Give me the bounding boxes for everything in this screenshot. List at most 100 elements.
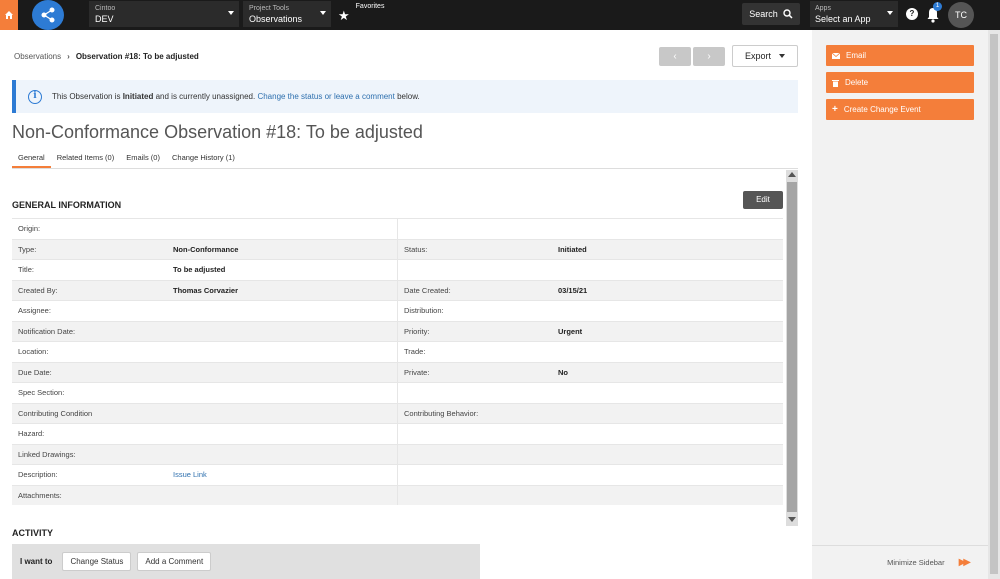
previous-button[interactable]: ‹: [659, 47, 691, 66]
field-value: No: [558, 367, 568, 377]
alert-middle: and is currently unassigned.: [153, 92, 258, 101]
tab-related-items[interactable]: Related Items (0): [51, 149, 121, 168]
scroll-thumb[interactable]: [787, 182, 797, 512]
table-row: Location: Trade:: [12, 341, 783, 362]
issue-link[interactable]: Issue Link: [167, 470, 397, 479]
double-chevron-right-icon[interactable]: ▶▶: [959, 557, 972, 568]
minimize-sidebar-bar[interactable]: Minimize Sidebar ▶▶: [812, 545, 988, 579]
create-change-event-button[interactable]: + Create Change Event: [826, 99, 974, 120]
table-row: Origin:: [12, 218, 783, 239]
tab-emails[interactable]: Emails (0): [120, 149, 166, 168]
search-icon: [783, 9, 793, 19]
field-label: Location:: [18, 347, 49, 357]
chevron-down-icon: [887, 11, 893, 15]
activity-title: ACTIVITY: [12, 528, 54, 538]
table-row: Contributing Condition Contributing Behav…: [12, 402, 783, 423]
page-scrollbar[interactable]: [988, 30, 1000, 579]
field-label: Spec Section:: [18, 388, 65, 398]
change-status-link[interactable]: Change the status: [257, 92, 322, 101]
general-info-table: Origin: Type: Non-Conformance Status: Initia…: [12, 218, 783, 505]
field-value: 03/15/21: [558, 285, 588, 295]
field-label: Origin:: [18, 224, 41, 234]
edit-button[interactable]: Edit: [743, 191, 783, 209]
field-label: Description:: [18, 470, 58, 480]
field-label: Created By:: [18, 285, 58, 295]
table-row: Description: Issue Link: [12, 464, 783, 485]
share-network-icon: [41, 7, 55, 23]
table-row: Due Date: Private: No: [12, 361, 783, 382]
chevron-down-icon: [779, 54, 785, 58]
notification-badge: 1: [933, 2, 942, 11]
email-button[interactable]: Email: [826, 45, 974, 66]
page-scroll-thumb[interactable]: [990, 34, 998, 574]
export-label: Export: [744, 51, 771, 61]
tools-selector-value: Observations: [249, 14, 303, 24]
user-avatar[interactable]: TC: [948, 2, 974, 28]
breadcrumb-current: Observation #18: To be adjusted: [75, 52, 199, 61]
field-label: Notification Date:: [18, 326, 76, 336]
tools-selector-label: Project Tools: [249, 5, 289, 12]
info-icon: i: [28, 89, 42, 104]
field-label: Type:: [18, 244, 37, 254]
table-row: Attachments:: [12, 484, 783, 505]
field-label: Linked Drawings:: [18, 449, 76, 459]
field-value: To be adjusted: [173, 265, 226, 275]
app-logo[interactable]: [32, 0, 64, 30]
general-panel: GENERAL INFORMATION Edit Origin: Type: Non…: [12, 170, 798, 526]
field-label: [397, 260, 552, 280]
field-label: [397, 465, 552, 485]
search-button[interactable]: Search: [742, 3, 800, 25]
chevron-right-icon: ›: [67, 52, 70, 61]
next-button[interactable]: ›: [693, 47, 725, 66]
activity-bar: I want to Change Status Add a Comment: [12, 544, 480, 579]
project-tools-selector[interactable]: Project Tools Observations: [243, 1, 331, 27]
field-label: Contributing Behavior:: [397, 403, 552, 423]
change-status-button[interactable]: Change Status: [62, 552, 132, 571]
table-row: Hazard:: [12, 423, 783, 444]
field-label: Date Created:: [397, 280, 552, 300]
field-value: Non-Conformance: [173, 244, 239, 254]
envelope-icon: [832, 52, 840, 59]
content-scrollbar[interactable]: [786, 170, 798, 526]
table-row: Title: To be adjusted: [12, 259, 783, 280]
field-value: Initiated: [558, 244, 587, 254]
scroll-up-arrow-icon[interactable]: [788, 172, 796, 177]
tab-general[interactable]: General: [12, 149, 51, 168]
minimize-sidebar-label[interactable]: Minimize Sidebar: [887, 558, 945, 567]
field-label: Private:: [397, 362, 552, 382]
export-dropdown[interactable]: Export: [732, 45, 798, 67]
delete-label: Delete: [845, 78, 869, 87]
tab-change-history[interactable]: Change History (1): [166, 149, 241, 168]
breadcrumb-parent[interactable]: Observations: [14, 52, 61, 61]
apps-value: Select an App: [815, 14, 871, 24]
scroll-down-arrow-icon[interactable]: [788, 517, 796, 522]
table-row: Notification Date: Priority: Urgent: [12, 320, 783, 341]
create-change-event-label: Create Change Event: [843, 105, 921, 114]
add-comment-button[interactable]: Add a Comment: [137, 552, 212, 571]
field-label: Trade:: [397, 342, 552, 362]
table-row: Type: Non-Conformance Status: Initiated: [12, 238, 783, 259]
field-label: Title:: [18, 265, 34, 275]
project-selector-value: DEV: [95, 14, 114, 24]
alert-text: This Observation is Initiated and is cur…: [52, 92, 420, 101]
leave-comment-link[interactable]: leave a comment: [334, 92, 395, 101]
field-label: Assignee:: [18, 306, 51, 316]
field-label: Distribution:: [397, 301, 552, 321]
table-row: Created By: Thomas Corvazier Date Created:…: [12, 279, 783, 300]
project-selector[interactable]: Cintoo DEV: [89, 1, 239, 27]
chevron-down-icon: [228, 11, 234, 15]
i-want-to-label: I want to: [20, 557, 53, 566]
issue-link-text[interactable]: Issue Link: [173, 470, 207, 479]
apps-selector[interactable]: Apps Select an App: [810, 1, 898, 27]
delete-button[interactable]: Delete: [826, 72, 974, 93]
help-icon[interactable]: ?: [906, 8, 918, 20]
email-label: Email: [846, 51, 867, 60]
home-button[interactable]: [0, 0, 18, 30]
field-label: [397, 444, 552, 464]
field-label: Status:: [397, 239, 552, 259]
field-label: [397, 383, 552, 403]
breadcrumb: Observations › Observation #18: To be ad…: [14, 52, 199, 61]
status-alert: i This Observation is Initiated and is c…: [12, 80, 798, 113]
favorites-menu[interactable]: ★ Favorites: [338, 3, 384, 26]
section-title: GENERAL INFORMATION: [12, 200, 122, 210]
